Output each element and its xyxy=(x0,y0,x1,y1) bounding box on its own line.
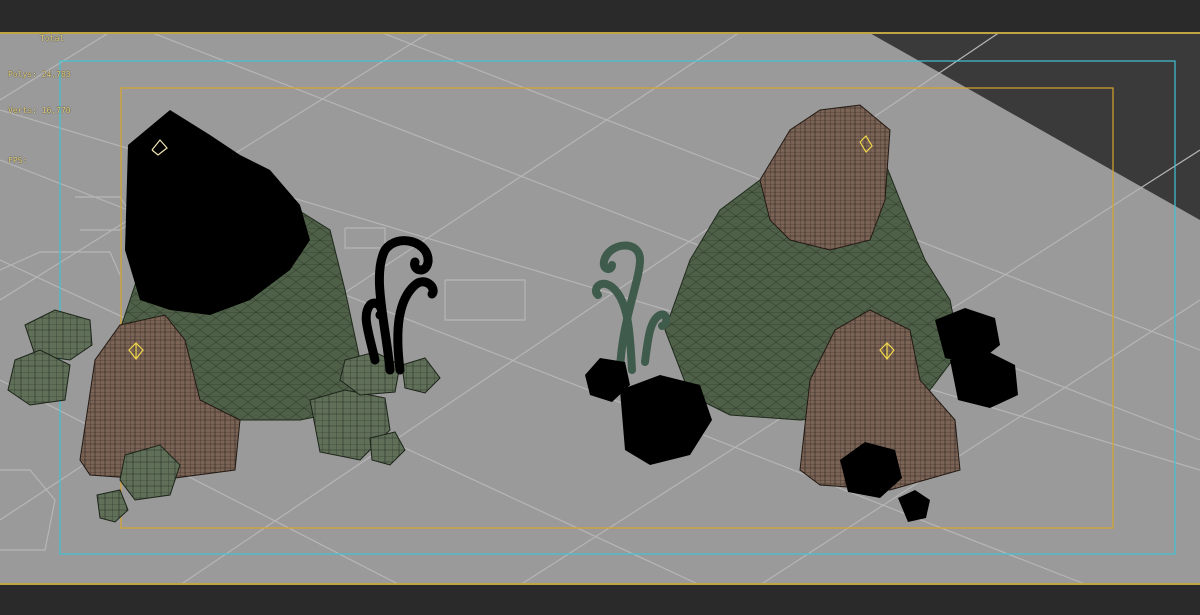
stats-total-label: Total xyxy=(40,34,65,43)
viewport-top-bar xyxy=(0,0,1200,34)
stats-fps: FPS: xyxy=(8,156,28,165)
viewport-bottom-bar xyxy=(0,583,1200,615)
3d-viewport[interactable]: Total Polys: 24,783 Verts: 16,770 FPS: xyxy=(0,0,1200,615)
stats-verts: Verts: 16,770 xyxy=(8,106,71,115)
stats-polys: Polys: 24,783 xyxy=(8,70,71,79)
viewport-scene[interactable] xyxy=(0,0,1200,615)
viewport-statistics: Total Polys: 24,783 Verts: 16,770 FPS: xyxy=(8,9,71,191)
